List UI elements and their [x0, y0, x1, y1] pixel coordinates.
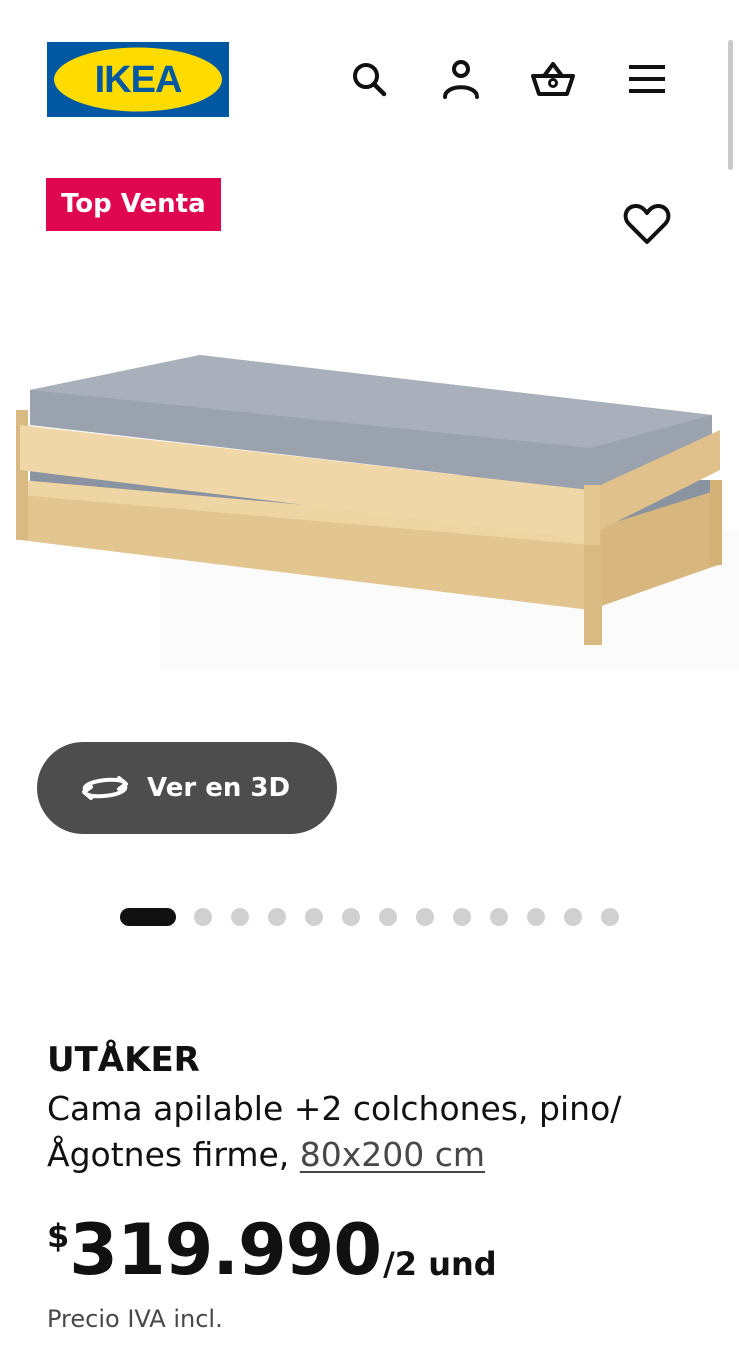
carousel-dot[interactable] — [379, 908, 397, 926]
heart-icon[interactable] — [621, 198, 673, 250]
vat-note: Precio IVA incl. — [47, 1305, 223, 1333]
ikea-logo[interactable]: IKEA — [47, 42, 229, 117]
product-image[interactable] — [0, 330, 739, 760]
cart-icon[interactable] — [530, 56, 576, 102]
carousel-dot[interactable] — [268, 908, 286, 926]
page-scrollbar[interactable] — [728, 40, 733, 170]
price-unit: /2 und — [383, 1245, 497, 1283]
header: IKEA — [0, 0, 739, 150]
price-currency: $ — [47, 1217, 70, 1255]
carousel-dot[interactable] — [601, 908, 619, 926]
price-amount: 319.990 — [69, 1209, 382, 1291]
carousel-dot[interactable] — [416, 908, 434, 926]
carousel-dot[interactable] — [342, 908, 360, 926]
rotate-3d-icon — [77, 768, 133, 808]
top-seller-badge: Top Venta — [46, 178, 221, 231]
carousel-dot[interactable] — [564, 908, 582, 926]
product-description: Cama apilable +2 colchones, pino/ Ågotne… — [47, 1086, 707, 1178]
view-in-3d-button[interactable]: Ver en 3D — [37, 742, 337, 834]
carousel-dots — [120, 907, 638, 927]
carousel-dot-active[interactable] — [120, 908, 176, 926]
svg-text:IKEA: IKEA — [95, 59, 182, 101]
product-price: $ 319.990 /2 und — [47, 1205, 497, 1295]
view-in-3d-label: Ver en 3D — [147, 773, 291, 803]
carousel-dot[interactable] — [490, 908, 508, 926]
carousel-dot[interactable] — [194, 908, 212, 926]
carousel-dot[interactable] — [527, 908, 545, 926]
carousel-dot[interactable] — [305, 908, 323, 926]
menu-icon[interactable] — [624, 56, 670, 102]
carousel-dot[interactable] — [231, 908, 249, 926]
search-icon[interactable] — [346, 56, 392, 102]
product-name: UTÅKER — [47, 1040, 200, 1080]
user-icon[interactable] — [438, 56, 484, 102]
size-link[interactable]: 80x200 cm — [300, 1135, 485, 1174]
carousel-dot[interactable] — [453, 908, 471, 926]
